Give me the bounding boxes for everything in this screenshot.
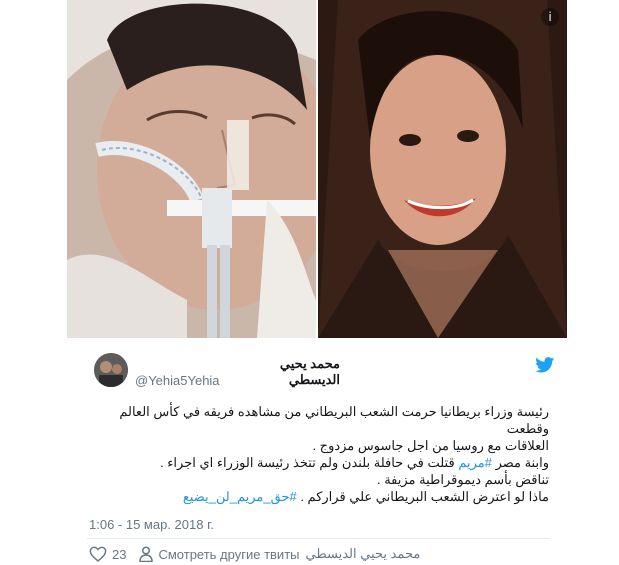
info-icon[interactable]: i (541, 8, 559, 26)
tweet-line-5-text: ماذا لو اعترض الشعب البريطاني علي قراركم… (296, 489, 549, 504)
tweet-line-5: ماذا لو اعترض الشعب البريطاني علي قراركم… (87, 488, 549, 505)
hashtag-justice-link[interactable]: #حق_مريم_لن_يضيع (183, 489, 297, 504)
tweet-card: i محمد يحيي الديسطي @Yehia5Yehia رئيسة و… (67, 0, 567, 565)
more-tweets-user[interactable]: محمد يحيي الديسطي (306, 546, 421, 562)
tweet-line-3-suffix: قتلت في حافلة بلندن ولم تتخذ رئيسة الوزر… (160, 455, 459, 470)
tweet-line-2: العلاقات مع روسيا من اجل جاسوس مزدوج . (312, 438, 549, 453)
tweet-media[interactable]: i (67, 0, 567, 338)
divider (87, 538, 550, 539)
twitter-bird-icon[interactable] (535, 357, 555, 373)
heart-icon[interactable] (89, 546, 107, 562)
person-icon (139, 546, 154, 562)
tweet-actions: 23 Смотреть другие твиты محمد يحيي الديس… (89, 545, 420, 563)
tweet-line-3: وابنة مصر #مريم قتلت في حافلة بلندن ولم … (87, 454, 549, 471)
author-handle[interactable]: @Yehia5Yehia (135, 373, 220, 388)
tweet-text: رئيسة وزراء بريطانيا حرمت الشعب البريطان… (87, 403, 549, 505)
like-count[interactable]: 23 (112, 547, 126, 562)
photo-portrait[interactable]: i (318, 0, 567, 338)
more-tweets-link[interactable]: Смотреть другие твиты (158, 547, 299, 562)
tweet-line-3-prefix: وابنة مصر (491, 455, 549, 470)
photo-hospital[interactable] (67, 0, 316, 338)
tweet-header: محمد يحيي الديسطي @Yehia5Yehia (67, 345, 567, 395)
photo-portrait-illustration (318, 0, 567, 338)
avatar-image (94, 353, 128, 387)
author-display-name[interactable]: محمد يحيي الديسطي (247, 356, 340, 388)
photo-hospital-illustration (67, 0, 316, 338)
tweet-timestamp[interactable]: 1:06 - 15 мар. 2018 г. (89, 517, 214, 532)
hashtag-maryam-link[interactable]: #مريم (458, 455, 492, 470)
avatar[interactable] (94, 353, 128, 387)
tweet-line-4: تناقض بأسم ديموقراطية مزيفة . (376, 472, 549, 487)
tweet-line-1: رئيسة وزراء بريطانيا حرمت الشعب البريطان… (119, 404, 549, 436)
